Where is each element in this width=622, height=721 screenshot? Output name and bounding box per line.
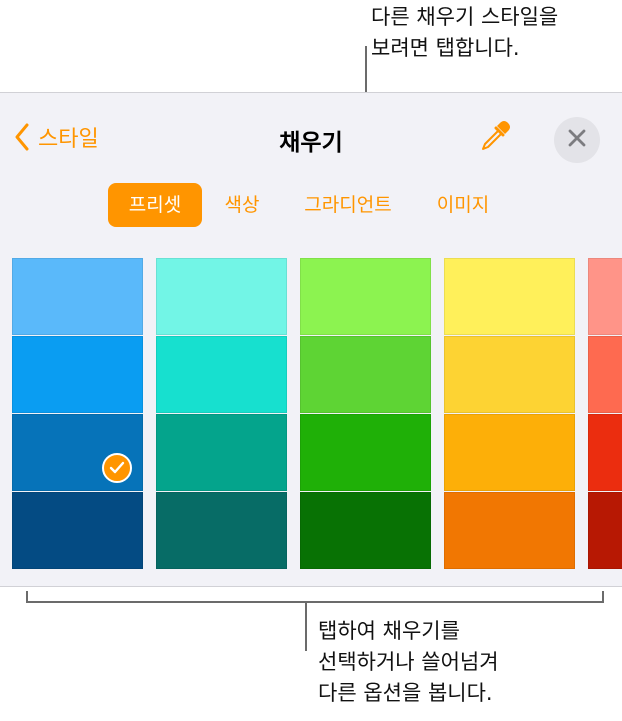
callout-swatch-hint: 탭하여 채우기를 선택하거나 쓸어넘겨 다른 옵션을 봅니다. xyxy=(318,616,499,709)
tab-presets[interactable]: 프리셋 xyxy=(108,183,202,227)
color-swatch[interactable] xyxy=(156,492,287,569)
color-swatch[interactable] xyxy=(156,336,287,413)
tab-gradient[interactable]: 그라디언트 xyxy=(290,183,406,227)
callout-tab-hint: 다른 채우기 스타일을 보려면 탭합니다. xyxy=(371,2,558,64)
color-swatch[interactable] xyxy=(12,336,143,413)
close-icon xyxy=(567,128,587,152)
checkmark-icon xyxy=(102,453,132,483)
callout-bracket-tick xyxy=(602,591,604,603)
swatch-column xyxy=(588,258,622,570)
color-swatch[interactable] xyxy=(588,414,622,491)
callout-text: 선택하거나 쓸어넘겨 xyxy=(318,650,499,674)
page-title: 채우기 xyxy=(279,130,343,156)
close-button[interactable] xyxy=(554,117,600,163)
swatch-column xyxy=(156,258,287,570)
swatch-column xyxy=(444,258,575,570)
callout-text: 다른 채우기 스타일을 xyxy=(371,5,559,29)
callout-text: 보려면 탭합니다. xyxy=(371,36,520,60)
fill-type-tabs: 프리셋 색상 그라디언트 이미지 xyxy=(0,183,622,227)
color-swatch[interactable] xyxy=(300,492,431,569)
callout-text: 탭하여 채우기를 xyxy=(318,619,460,643)
color-swatch[interactable] xyxy=(588,492,622,569)
color-swatch[interactable] xyxy=(588,258,622,335)
color-swatch[interactable] xyxy=(12,492,143,569)
callout-bracket xyxy=(26,601,604,603)
callout-text: 다른 옵션을 봅니다. xyxy=(318,681,493,705)
color-swatch[interactable] xyxy=(588,336,622,413)
color-swatch[interactable] xyxy=(156,414,287,491)
color-swatch[interactable] xyxy=(444,336,575,413)
callout-bracket-tick xyxy=(26,591,28,603)
color-swatch[interactable] xyxy=(444,414,575,491)
tab-image[interactable]: 이미지 xyxy=(424,183,502,227)
color-swatch[interactable] xyxy=(300,336,431,413)
fill-popover: 스타일 채우기 프리셋 색상 그라디언트 이미지 xyxy=(0,92,622,587)
color-swatch[interactable] xyxy=(444,492,575,569)
color-swatch[interactable] xyxy=(12,258,143,335)
color-swatch[interactable] xyxy=(300,258,431,335)
color-swatch[interactable] xyxy=(444,258,575,335)
eyedropper-icon[interactable] xyxy=(478,119,512,157)
color-swatch[interactable] xyxy=(12,414,143,491)
color-swatch[interactable] xyxy=(300,414,431,491)
swatch-column xyxy=(12,258,143,570)
tab-color[interactable]: 색상 xyxy=(212,183,272,227)
color-swatch[interactable] xyxy=(156,258,287,335)
callout-line xyxy=(305,601,307,651)
swatch-column xyxy=(300,258,431,570)
